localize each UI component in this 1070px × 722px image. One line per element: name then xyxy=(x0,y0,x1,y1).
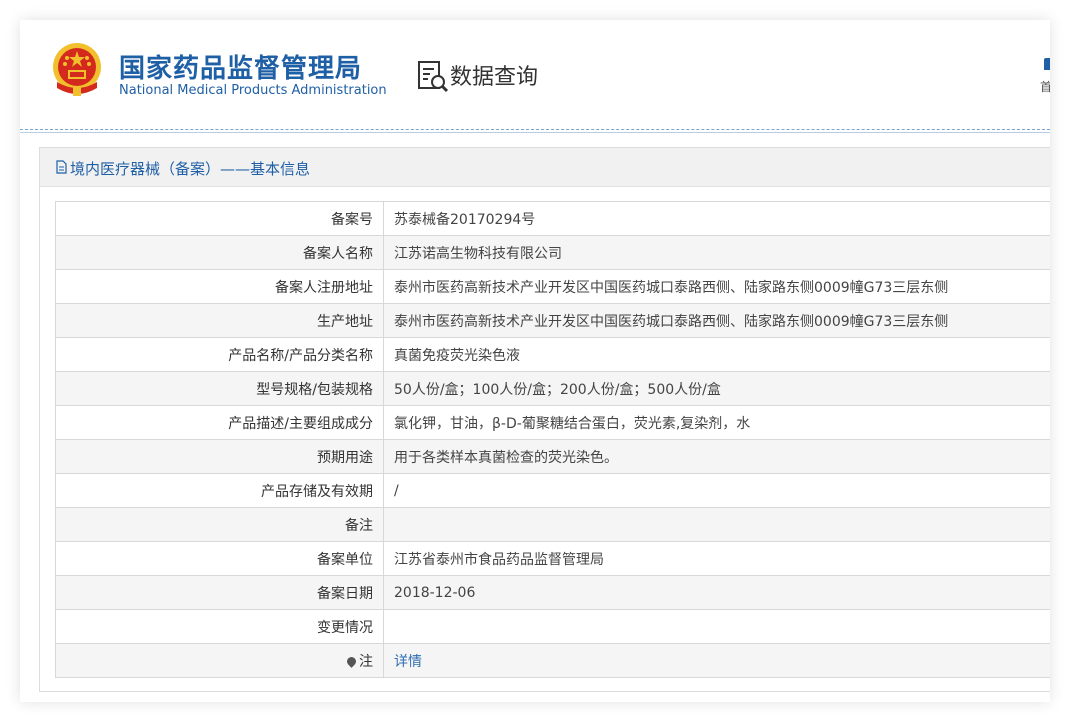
row-label: 生产地址 xyxy=(55,303,384,338)
row-value: 苏泰械备20170294号 xyxy=(383,201,1050,236)
table-row: 备案人注册地址 泰州市医药高新技术产业开发区中国医药城口泰路西侧、陆家路东侧00… xyxy=(55,269,1050,304)
row-label: 备案人注册地址 xyxy=(55,269,384,304)
row-value: 泰州市医药高新技术产业开发区中国医药城口泰路西侧、陆家路东侧0009幢G73三层… xyxy=(383,269,1050,304)
note-label-cell: 注 xyxy=(55,643,384,678)
document-icon xyxy=(56,160,67,174)
table-row: 注 详情 xyxy=(55,643,1050,678)
row-value: 氯化钾，甘油，β-D-葡聚糖结合蛋白，荧光素,复染剂，水 xyxy=(383,405,1050,440)
row-value: / xyxy=(383,473,1050,508)
org-name-en: National Medical Products Administration xyxy=(119,83,387,98)
row-value: 江苏省泰州市食品药品监督管理局 xyxy=(383,541,1050,576)
row-label: 变更情况 xyxy=(55,609,384,644)
row-label: 产品名称/产品分类名称 xyxy=(55,337,384,372)
table-row: 产品存储及有效期 / xyxy=(55,473,1050,508)
table-row: 备案单位 江苏省泰州市食品药品监督管理局 xyxy=(55,541,1050,576)
table-row: 生产地址 泰州市医药高新技术产业开发区中国医药城口泰路西侧、陆家路东侧0009幢… xyxy=(55,303,1050,338)
table-row: 备案号 苏泰械备20170294号 xyxy=(55,201,1050,236)
record-table: 备案号 苏泰械备20170294号 备案人名称 江苏诺高生物科技有限公司 备案人… xyxy=(55,201,1050,678)
row-label: 备案号 xyxy=(55,201,384,236)
query-title: 数据查询 xyxy=(450,65,539,90)
row-label: 预期用途 xyxy=(55,439,384,474)
table-row: 预期用途 用于各类样本真菌检查的荧光染色。 xyxy=(55,439,1050,474)
panel-header: 境内医疗器械（备案）——基本信息 xyxy=(40,148,1050,187)
table-row: 变更情况 xyxy=(55,609,1050,644)
home-icon xyxy=(1044,58,1050,70)
table-row: 型号规格/包装规格 50人份/盒；100人份/盒；200人份/盒；500人份/盒 xyxy=(55,371,1050,406)
national-emblem-icon xyxy=(53,43,101,96)
table-row: 备注 xyxy=(55,507,1050,542)
row-value: 50人份/盒；100人份/盒；200人份/盒；500人份/盒 xyxy=(383,371,1050,406)
row-value xyxy=(383,507,1050,542)
table-row: 备案日期 2018-12-06 xyxy=(55,575,1050,610)
row-label: 备注 xyxy=(55,507,384,542)
row-value: 2018-12-06 xyxy=(383,575,1050,610)
row-label: 备案日期 xyxy=(55,575,384,610)
panel-title: 境内医疗器械（备案）——基本信息 xyxy=(70,160,311,178)
header-divider xyxy=(20,129,1050,133)
table-row: 产品名称/产品分类名称 真菌免疫荧光染色液 xyxy=(55,337,1050,372)
home-nav-label: 首 xyxy=(1040,80,1050,94)
row-label: 备案人名称 xyxy=(55,235,384,270)
row-value: 用于各类样本真菌检查的荧光染色。 xyxy=(383,439,1050,474)
row-value xyxy=(383,609,1050,644)
data-query-icon xyxy=(418,61,449,93)
table-row: 备案人名称 江苏诺高生物科技有限公司 xyxy=(55,235,1050,270)
site-header: 国家药品监督管理局 National Medical Products Admi… xyxy=(20,20,1050,133)
org-name-cn: 国家药品监督管理局 xyxy=(119,54,363,84)
pin-icon xyxy=(345,655,358,668)
basic-info-panel: 境内医疗器械（备案）——基本信息 备案号 苏泰械备20170294号 备案人名称… xyxy=(39,147,1050,692)
home-nav-link[interactable]: 首 xyxy=(1040,56,1050,100)
row-label: 型号规格/包装规格 xyxy=(55,371,384,406)
row-label: 产品存储及有效期 xyxy=(55,473,384,508)
row-label: 产品描述/主要组成成分 xyxy=(55,405,384,440)
row-value: 真菌免疫荧光染色液 xyxy=(383,337,1050,372)
page-container: 国家药品监督管理局 National Medical Products Admi… xyxy=(20,20,1050,702)
row-value: 江苏诺高生物科技有限公司 xyxy=(383,235,1050,270)
table-row: 产品描述/主要组成成分 氯化钾，甘油，β-D-葡聚糖结合蛋白，荧光素,复染剂，水 xyxy=(55,405,1050,440)
row-value: 泰州市医药高新技术产业开发区中国医药城口泰路西侧、陆家路东侧0009幢G73三层… xyxy=(383,303,1050,338)
row-label: 备案单位 xyxy=(55,541,384,576)
row-label: 注 xyxy=(359,653,373,670)
details-link[interactable]: 详情 xyxy=(383,643,1050,678)
